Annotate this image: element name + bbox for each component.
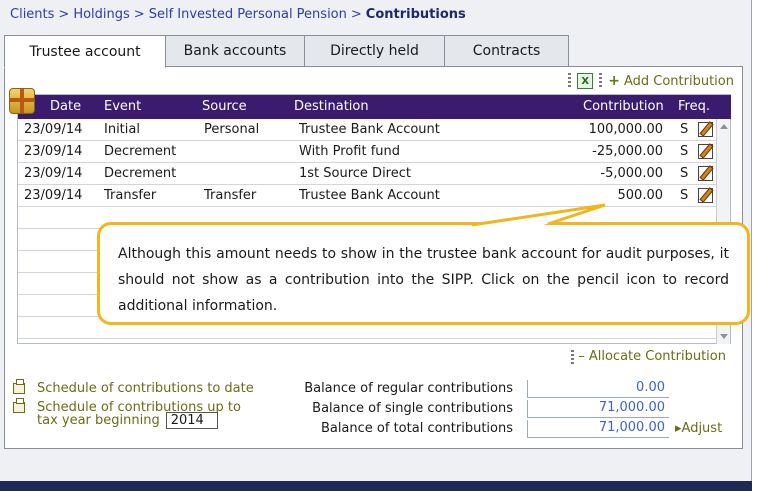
- tax-year-label: tax year beginning: [37, 413, 160, 428]
- cell-date: 23/09/14: [24, 144, 83, 159]
- balance-single-label: Balance of single contributions: [312, 401, 513, 416]
- tab-trustee-account[interactable]: Trustee account: [4, 35, 166, 68]
- schedule-to-date-label: Schedule of contributions to date: [37, 381, 254, 396]
- cell-contribution: 100,000.00: [588, 122, 663, 137]
- pencil-edit-icon[interactable]: [698, 166, 713, 181]
- toolbar-grip-icon: [571, 349, 575, 364]
- window-edge: [752, 0, 758, 491]
- cell-source: Transfer: [204, 188, 257, 203]
- balance-single-row: Balance of single contributions 71,000.0…: [295, 400, 735, 420]
- breadcrumb: Clients > Holdings > Self Invested Personal …: [10, 7, 466, 22]
- taskbar-strip: [0, 481, 752, 491]
- column-header-destination[interactable]: Destination: [294, 99, 369, 114]
- table-row[interactable]: 23/09/14 Decrement With Profit fund -25,…: [18, 141, 716, 163]
- add-contribution-label: Add Contribution: [623, 73, 734, 89]
- cell-event: Transfer: [104, 188, 157, 203]
- cell-destination: Trustee Bank Account: [299, 188, 440, 203]
- breadcrumb-separator: >: [350, 7, 362, 22]
- callout-text: Although this amount needs to show in th…: [118, 246, 729, 314]
- cell-freq: S: [680, 188, 689, 203]
- balance-regular-value: 0.00: [527, 380, 669, 398]
- cell-date: 23/09/14: [24, 188, 83, 203]
- breadcrumb-current: Contributions: [365, 7, 466, 22]
- cell-freq: S: [680, 122, 689, 137]
- cell-event: Decrement: [104, 166, 177, 181]
- balance-regular-row: Balance of regular contributions 0.00: [295, 380, 735, 400]
- table-row[interactable]: 23/09/14 Decrement 1st Source Direct -5,…: [18, 163, 716, 185]
- pencil-edit-icon[interactable]: [698, 144, 713, 159]
- cell-freq: S: [680, 144, 689, 159]
- minus-icon: –: [578, 349, 585, 364]
- annotation-callout: Although this amount needs to show in th…: [97, 222, 750, 325]
- cell-event: Initial: [104, 122, 140, 137]
- allocate-contribution-label: Allocate Contribution: [588, 349, 726, 364]
- toolbar-grip-icon: [599, 73, 603, 89]
- add-contribution-button[interactable]: + Add Contribution: [608, 73, 734, 89]
- cell-date: 23/09/14: [24, 122, 83, 137]
- contributions-window: Clients > Holdings > Self Invested Personal …: [0, 0, 752, 491]
- balance-single-value: 71,000.00: [527, 400, 669, 418]
- printer-icon: [13, 398, 25, 413]
- adjust-button[interactable]: ▸Adjust: [675, 421, 722, 436]
- cell-source: Personal: [204, 122, 260, 137]
- column-header-event[interactable]: Event: [104, 99, 141, 114]
- schedule-links: Schedule of contributions to date Schedu…: [13, 379, 254, 429]
- cell-date: 23/09/14: [24, 166, 83, 181]
- balance-total-row: Balance of total contributions 71,000.00…: [295, 420, 735, 440]
- balance-total-value: 71,000.00: [527, 420, 669, 438]
- cell-contribution: -5,000.00: [600, 166, 663, 181]
- tax-year-input[interactable]: [165, 412, 218, 429]
- pencil-edit-icon[interactable]: [698, 188, 713, 203]
- column-header-contribution[interactable]: Contribution: [583, 99, 664, 114]
- tab-bar: Trustee account Bank accounts Directly h…: [4, 35, 569, 68]
- column-header-date[interactable]: Date: [50, 99, 81, 114]
- allocate-contribution-button[interactable]: – Allocate Contribution: [571, 349, 726, 364]
- grid-toolbar: X + Add Contribution: [562, 71, 734, 91]
- column-header-freq[interactable]: Freq.: [678, 99, 710, 114]
- tab-directly-held[interactable]: Directly held: [304, 35, 445, 66]
- breadcrumb-separator: >: [133, 7, 145, 22]
- pencil-edit-icon[interactable]: [698, 122, 713, 137]
- cell-destination: Trustee Bank Account: [299, 122, 440, 137]
- table-header: Date Event Source Destination Contributi…: [18, 95, 731, 119]
- balances-section: Balance of regular contributions 0.00 Ba…: [295, 380, 735, 440]
- tab-bank-accounts[interactable]: Bank accounts: [165, 35, 305, 66]
- cell-freq: S: [680, 166, 689, 181]
- balance-total-label: Balance of total contributions: [320, 421, 513, 436]
- printer-icon: [13, 379, 25, 394]
- column-header-source[interactable]: Source: [202, 99, 247, 114]
- breadcrumb-separator: >: [58, 7, 70, 22]
- breadcrumb-holdings[interactable]: Holdings: [73, 7, 129, 22]
- breadcrumb-sipp[interactable]: Self Invested Personal Pension: [149, 7, 347, 22]
- scroll-up-arrow-icon[interactable]: [720, 124, 728, 129]
- table-row[interactable]: 23/09/14 Initial Personal Trustee Bank A…: [18, 119, 716, 141]
- tab-contracts[interactable]: Contracts: [444, 35, 569, 66]
- breadcrumb-clients[interactable]: Clients: [10, 7, 54, 22]
- toolbar-grip-icon: [568, 73, 572, 89]
- cell-destination: 1st Source Direct: [299, 166, 411, 181]
- excel-export-icon[interactable]: X: [577, 73, 594, 89]
- callout-pointer: [470, 203, 606, 227]
- cell-contribution: -25,000.00: [592, 144, 663, 159]
- balance-regular-label: Balance of regular contributions: [304, 381, 513, 396]
- cell-event: Decrement: [104, 144, 177, 159]
- cell-destination: With Profit fund: [299, 144, 400, 159]
- plus-icon: +: [608, 73, 620, 89]
- schedule-to-date-link[interactable]: Schedule of contributions to date: [13, 379, 254, 396]
- adjust-label: Adjust: [681, 421, 723, 436]
- gift-icon: [9, 88, 35, 114]
- scroll-down-arrow-icon[interactable]: [720, 334, 728, 339]
